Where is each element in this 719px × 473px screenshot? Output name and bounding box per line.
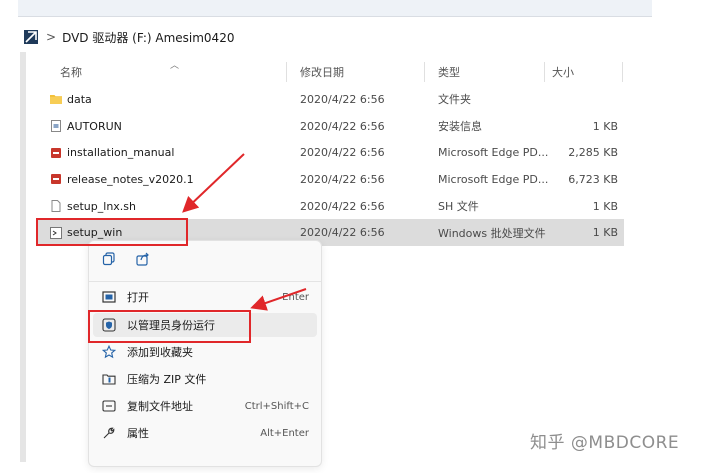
arrow-to-setup-win bbox=[182, 153, 245, 213]
annotation-arrows bbox=[182, 153, 307, 311]
watermark: 知乎 @MBDCORE bbox=[530, 433, 680, 453]
arrow-to-run-as-admin bbox=[250, 288, 307, 311]
